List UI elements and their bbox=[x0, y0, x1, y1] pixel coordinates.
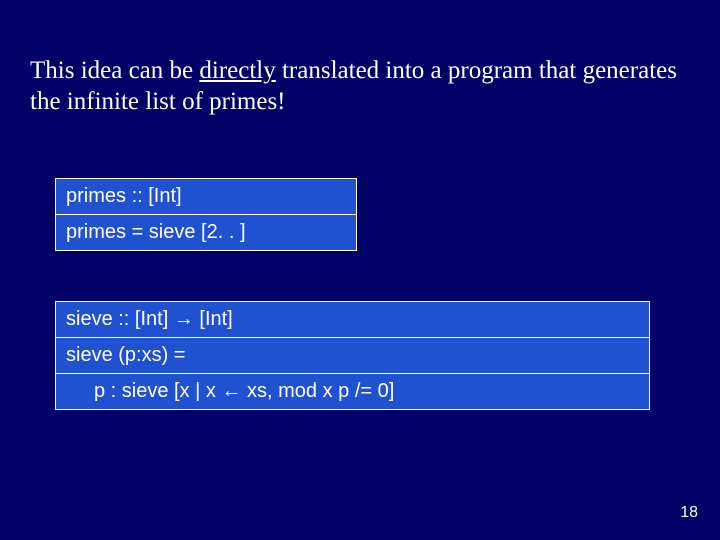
code-line: sieve :: [Int] [Int] bbox=[56, 302, 649, 338]
code-line: p : sieve [x | x xs, mod x p /= 0] bbox=[56, 374, 649, 409]
slide-heading: This idea can be directly translated int… bbox=[30, 55, 690, 118]
slide: This idea can be directly translated int… bbox=[0, 0, 720, 540]
code-block-primes: primes :: [Int] primes = sieve [2. . ] bbox=[55, 178, 357, 251]
heading-pre: This idea can be bbox=[30, 57, 199, 84]
page-number: 18 bbox=[680, 504, 698, 522]
code-text: sieve :: [Int] bbox=[66, 308, 174, 330]
code-block-sieve: sieve :: [Int] [Int] sieve (p:xs) = p : … bbox=[55, 301, 650, 410]
code-text: [Int] bbox=[194, 308, 233, 330]
heading-underlined: directly bbox=[199, 57, 275, 84]
code-indent: p : sieve [x | x xs, mod x p /= 0] bbox=[66, 380, 394, 402]
arrow-left-icon bbox=[221, 380, 241, 402]
code-text: p : sieve [x | x bbox=[94, 380, 221, 402]
code-line: primes :: [Int] bbox=[56, 179, 356, 215]
code-text: xs, mod x p /= 0] bbox=[241, 380, 394, 402]
code-line: sieve (p:xs) = bbox=[56, 338, 649, 374]
code-line: primes = sieve [2. . ] bbox=[56, 215, 356, 250]
arrow-right-icon bbox=[174, 308, 194, 330]
